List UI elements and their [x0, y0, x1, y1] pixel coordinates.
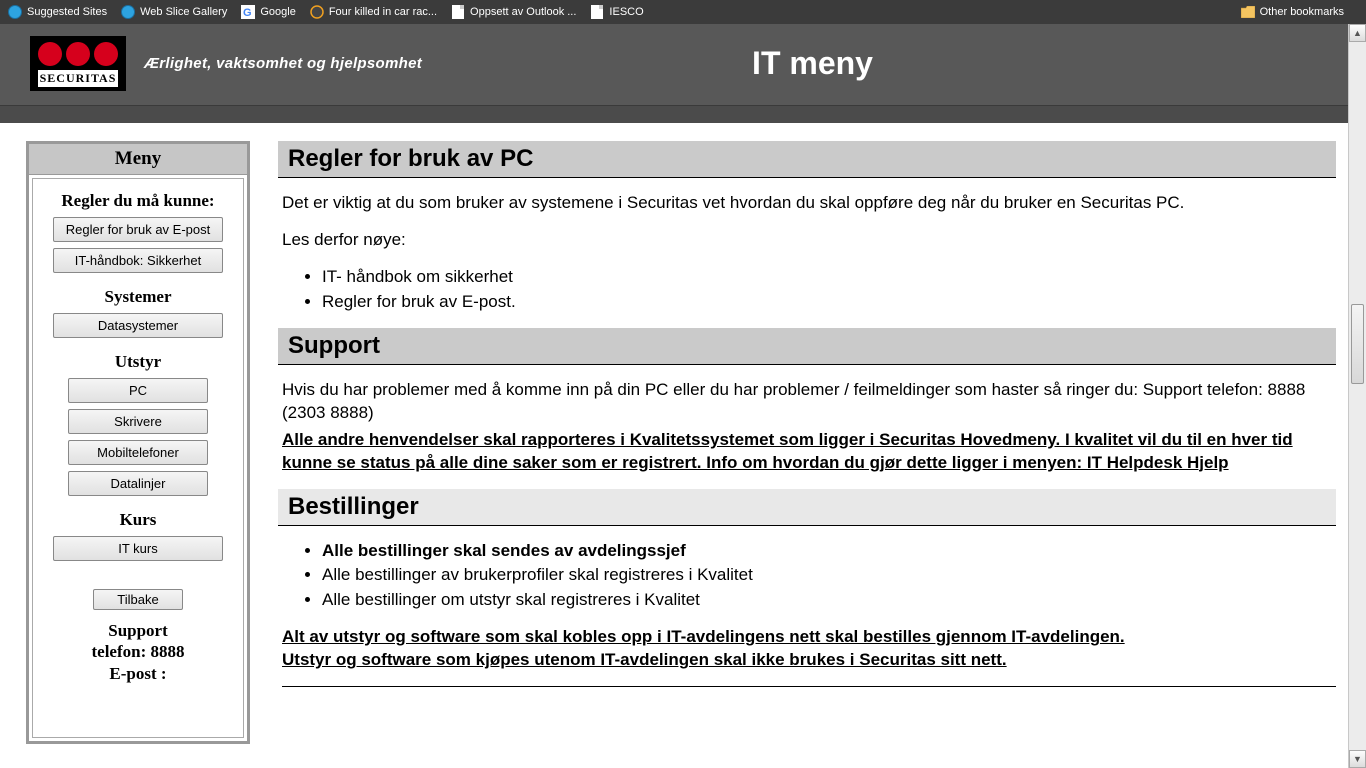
- sidebar-heading-kurs: Kurs: [45, 510, 231, 530]
- google-icon: G: [241, 5, 255, 19]
- bookmark-google[interactable]: G Google: [241, 5, 295, 19]
- regler-paragraph-2: Les derfor nøye:: [282, 229, 1336, 252]
- bookmark-label: Google: [260, 6, 295, 18]
- bookmark-iesco[interactable]: IESCO: [590, 5, 643, 19]
- page-icon: [590, 5, 604, 19]
- securitas-logo: SECURITAS: [30, 36, 126, 91]
- support-info: Support telefon: 8888 E-post :: [45, 620, 231, 684]
- sidebar-heading-utstyr: Utstyr: [45, 352, 231, 372]
- ie-icon: [121, 5, 135, 19]
- horizontal-rule: [282, 686, 1336, 687]
- regler-list-item: IT- håndbok om sikkerhet: [322, 266, 1336, 289]
- bookmark-label: Four killed in car rac...: [329, 6, 437, 18]
- folder-icon: [1241, 5, 1255, 19]
- bookmark-bar: Suggested Sites Web Slice Gallery G Googl…: [0, 0, 1366, 24]
- scroll-up-button[interactable]: ▲: [1349, 24, 1366, 42]
- bestillinger-list-item: Alle bestillinger om utstyr skal registr…: [322, 589, 1336, 612]
- regler-list-item: Regler for bruk av E-post.: [322, 291, 1336, 314]
- sidebar-button-it-kurs[interactable]: IT kurs: [53, 536, 223, 561]
- bookmark-label: Other bookmarks: [1260, 6, 1344, 18]
- scroll-down-button[interactable]: ▼: [1349, 750, 1366, 768]
- scroll-thumb[interactable]: [1351, 304, 1364, 384]
- support-paragraph: Hvis du har problemer med å komme inn på…: [282, 379, 1336, 425]
- header-sub-band: [0, 105, 1366, 123]
- bookmark-label: Oppsett av Outlook ...: [470, 6, 576, 18]
- sidebar-heading-regler: Regler du må kunne:: [45, 191, 231, 211]
- bookmark-four-killed[interactable]: Four killed in car rac...: [310, 5, 437, 19]
- bestillinger-list-item: Alle bestillinger av brukerprofiler skal…: [322, 564, 1336, 587]
- dot-icon: [310, 5, 324, 19]
- regler-list: IT- håndbok om sikkerhet Regler for bruk…: [322, 266, 1336, 314]
- vertical-scrollbar[interactable]: ▲ ▼: [1348, 24, 1366, 768]
- support-line2: telefon: 8888: [45, 641, 231, 662]
- bestillinger-list: Alle bestillinger skal sendes av avdelin…: [322, 540, 1336, 613]
- page-header: SECURITAS Ærlighet, vaktsomhet og hjelps…: [0, 24, 1366, 105]
- page-title: IT meny: [752, 45, 873, 82]
- main-content: Regler for bruk av PC Det er viktig at d…: [278, 141, 1346, 687]
- sidebar-button-skrivere[interactable]: Skrivere: [68, 409, 208, 434]
- section-title-support: Support: [278, 328, 1336, 365]
- regler-paragraph-1: Det er viktig at du som bruker av system…: [282, 192, 1336, 215]
- bookmark-oppsett-outlook[interactable]: Oppsett av Outlook ...: [451, 5, 576, 19]
- tagline-text: Ærlighet, vaktsomhet og hjelpsomhet: [144, 55, 422, 72]
- sidebar-button-mobiltelefoner[interactable]: Mobiltelefoner: [68, 440, 208, 465]
- back-button[interactable]: Tilbake: [93, 589, 183, 610]
- support-line3: E-post :: [45, 663, 231, 684]
- logo-text: SECURITAS: [38, 70, 118, 87]
- sidebar-button-it-handbok[interactable]: IT-håndbok: Sikkerhet: [53, 248, 223, 273]
- svg-text:G: G: [243, 7, 252, 19]
- section-title-regler: Regler for bruk av PC: [278, 141, 1336, 178]
- support-line1: Support: [45, 620, 231, 641]
- bookmark-label: Web Slice Gallery: [140, 6, 227, 18]
- bookmark-other-bookmarks[interactable]: Other bookmarks: [1241, 5, 1344, 19]
- bookmark-label: IESCO: [609, 6, 643, 18]
- page-icon: [451, 5, 465, 19]
- bookmark-label: Suggested Sites: [27, 6, 107, 18]
- section-title-bestillinger: Bestillinger: [278, 489, 1336, 526]
- sidebar-button-regler-epost[interactable]: Regler for bruk av E-post: [53, 217, 223, 242]
- bestillinger-link-2[interactable]: Utstyr og software som kjøpes utenom IT-…: [282, 650, 1007, 669]
- sidebar-button-datalinjer[interactable]: Datalinjer: [68, 471, 208, 496]
- bestillinger-list-item: Alle bestillinger skal sendes av avdelin…: [322, 540, 1336, 563]
- bookmark-web-slice-gallery[interactable]: Web Slice Gallery: [121, 5, 227, 19]
- sidebar-heading-systemer: Systemer: [45, 287, 231, 307]
- bookmark-suggested-sites[interactable]: Suggested Sites: [8, 5, 107, 19]
- bestillinger-link-1[interactable]: Alt av utstyr og software som skal koble…: [282, 627, 1125, 646]
- sidebar-title: Meny: [29, 144, 247, 175]
- support-link[interactable]: Alle andre henvendelser skal rapporteres…: [282, 430, 1293, 472]
- sidebar-button-datasystemer[interactable]: Datasystemer: [53, 313, 223, 338]
- sidebar: Meny Regler du må kunne: Regler for bruk…: [26, 141, 250, 744]
- sidebar-button-pc[interactable]: PC: [68, 378, 208, 403]
- ie-icon: [8, 5, 22, 19]
